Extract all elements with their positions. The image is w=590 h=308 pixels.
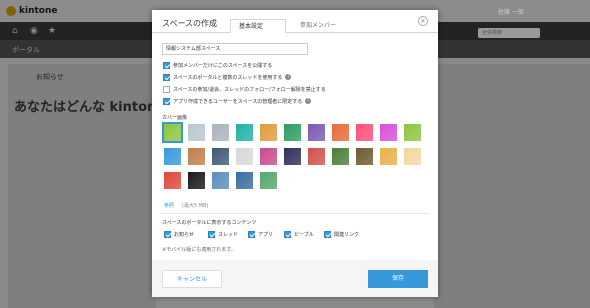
cover-image-option[interactable] [236,172,253,189]
display-threads[interactable]: スレッド [208,230,238,238]
cover-image-option[interactable] [236,148,253,165]
cover-image-option[interactable] [212,172,229,189]
display-notice[interactable]: お知らせ [164,230,194,238]
right-panel [434,64,590,308]
cancel-button[interactable]: キャンセル [162,270,222,288]
cover-image-option[interactable] [404,148,421,165]
cover-image-option[interactable] [260,124,277,141]
space-name-input[interactable]: 情報システム部スペース [162,43,308,55]
display-content-label: スペースのポータルに表示するコンテンツ [162,220,257,226]
home-icon[interactable]: ⌂ [12,26,22,36]
mobile-note: ※モバイル版にも適用されます。 [162,247,236,253]
cover-image-option[interactable] [260,148,277,165]
cover-image-option[interactable] [356,124,373,141]
option-prohibit-join-leave[interactable]: スペースの参加/退会、スレッドのフォロー/フォロー解除を禁止する [163,85,326,93]
cover-image-option[interactable] [164,148,181,165]
option-label: ピープル [294,231,314,238]
upload-limit: (最大5 MB) [182,203,209,209]
cover-image-option[interactable] [212,148,229,165]
checkbox[interactable] [208,230,215,238]
option-label: お知らせ [174,231,194,238]
create-space-dialog: スペースの作成 基本設定 参加メンバー ✕ 情報システム部スペース 参加メンバー… [152,10,438,297]
cover-image-option[interactable] [188,148,205,165]
cover-image-option[interactable] [236,124,253,141]
hero-text: あなたはどんな kintone [14,100,166,115]
option-public-members-only[interactable]: 参加メンバーだけにこのスペースを公開する [163,61,272,69]
checkbox[interactable] [324,230,331,238]
cover-image-option[interactable] [162,122,183,143]
option-label: スレッド [218,231,239,238]
checkbox[interactable] [163,85,170,93]
help-icon[interactable]: ? [285,74,292,80]
option-label: アプリ作成できるユーザーをスペースの管理者に限定する [173,98,303,105]
checkbox[interactable] [163,97,170,105]
cover-image-option[interactable] [380,148,397,165]
app-logo: kintone [6,4,66,18]
upload-row: 参照 (最大5 MB) [164,202,208,209]
cover-image-option[interactable] [284,124,301,141]
portal-label: ポータル [12,46,40,54]
checkbox[interactable] [248,230,255,238]
option-use-threads[interactable]: スペースのポータルと複数のスレッドを使用する? [163,73,292,81]
cover-image-option[interactable] [188,124,205,141]
cover-image-option[interactable] [332,124,349,141]
tab-members[interactable]: 参加メンバー [292,19,350,33]
help-icon[interactable]: ? [305,98,312,104]
display-related-links[interactable]: 関連リンク [324,230,359,238]
logo-icon [6,6,16,16]
cover-image-option[interactable] [260,172,277,189]
option-label: スペースのポータルと複数のスレッドを使用する [173,74,283,81]
cover-image-label: カバー画像 [162,115,188,121]
cover-image-option[interactable] [188,172,205,189]
cover-image-option[interactable] [404,124,421,141]
star-icon[interactable]: ★ [48,26,58,36]
option-label: 参加メンバーだけにこのスペースを公開する [173,62,273,69]
bell-icon[interactable]: ◉ [30,26,40,36]
dialog-title: スペースの作成 [162,19,218,28]
search-input[interactable]: 全体検索 [478,28,540,38]
checkbox[interactable] [163,73,170,81]
cover-image-option[interactable] [212,124,229,141]
checkbox[interactable] [163,61,170,69]
option-limit-app-creation[interactable]: アプリ作成できるユーザーをスペースの管理者に限定する? [163,97,312,105]
checkbox[interactable] [284,230,291,238]
close-icon[interactable]: ✕ [418,16,428,26]
cover-image-option[interactable] [308,148,325,165]
cover-image-option[interactable] [284,148,301,165]
cover-image-option[interactable] [356,148,373,165]
notice-title: お知らせ [36,73,64,81]
checkbox[interactable] [164,230,171,238]
browse-link[interactable]: 参照 [164,202,174,209]
cover-image-option[interactable] [164,172,181,189]
save-button[interactable]: 保存 [368,270,428,288]
tab-basic-settings[interactable]: 基本設定 [230,19,286,33]
cover-image-option[interactable] [332,148,349,165]
display-apps[interactable]: アプリ [248,230,273,238]
divider [160,213,430,214]
option-label: 関連リンク [334,231,360,238]
display-people[interactable]: ピープル [284,230,314,238]
user-name[interactable]: 佐藤 一郎 [498,7,524,16]
option-label: アプリ [258,231,274,238]
option-label: スペースの参加/退会、スレッドのフォロー/フォロー解除を禁止する [173,86,326,93]
cover-image-option[interactable] [308,124,325,141]
cover-image-option[interactable] [380,124,397,141]
logo-text: kintone [19,6,58,16]
